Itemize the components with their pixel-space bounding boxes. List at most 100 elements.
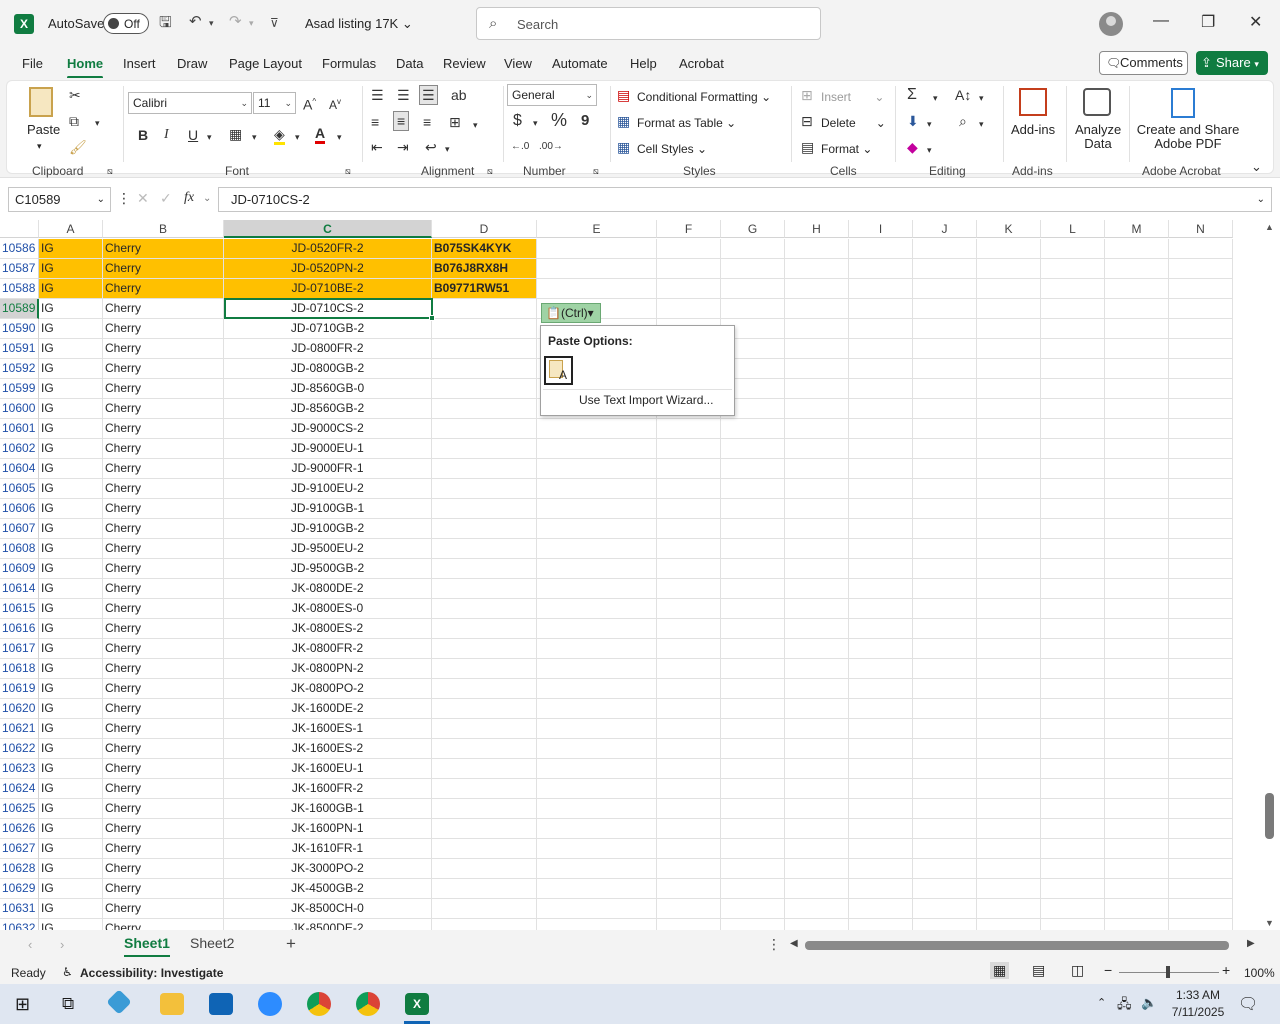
cell-i-10608[interactable] — [849, 539, 913, 559]
column-header-f[interactable]: F — [657, 220, 721, 238]
cell-f-10628[interactable] — [657, 859, 721, 879]
row-header[interactable]: 10617 — [0, 639, 39, 659]
cell-m-10619[interactable] — [1105, 679, 1169, 699]
cell-i-10588[interactable] — [849, 279, 913, 299]
tab-draw[interactable]: Draw — [177, 56, 207, 71]
cell-j-10601[interactable] — [913, 419, 977, 439]
cell-n-10632[interactable] — [1169, 919, 1233, 930]
delete-cells-icon[interactable]: ⊟ — [801, 113, 813, 129]
cell-l-10592[interactable] — [1041, 359, 1105, 379]
cell-c-10614[interactable]: JK-0800DE-2 — [224, 579, 432, 599]
cell-d-10628[interactable] — [432, 859, 537, 879]
cell-m-10606[interactable] — [1105, 499, 1169, 519]
cell-b-10615[interactable]: Cherry — [103, 599, 224, 619]
cell-a-10592[interactable]: IG — [39, 359, 103, 379]
autosum-icon[interactable]: Σ — [907, 87, 917, 103]
format-as-table-button[interactable]: Format as Table ⌄ — [637, 116, 736, 130]
cell-c-10627[interactable]: JK-1610FR-1 — [224, 839, 432, 859]
cell-f-10589[interactable] — [657, 299, 721, 319]
cell-n-10615[interactable] — [1169, 599, 1233, 619]
file-explorer-icon[interactable] — [160, 993, 184, 1015]
column-header-k[interactable]: K — [977, 220, 1041, 238]
app-launcher-icon[interactable] — [106, 989, 132, 1015]
wrap-dropdown-icon[interactable]: ▾ — [445, 141, 450, 157]
cell-m-10608[interactable] — [1105, 539, 1169, 559]
cell-a-10591[interactable]: IG — [39, 339, 103, 359]
cell-k-10607[interactable] — [977, 519, 1041, 539]
row-header[interactable]: 10608 — [0, 539, 39, 559]
autosave-toggle[interactable]: Off — [103, 13, 149, 34]
cell-h-10620[interactable] — [785, 699, 849, 719]
page-layout-view-icon[interactable]: ▤ — [1032, 962, 1045, 979]
font-name-select[interactable]: Calibri ⌄ — [128, 92, 252, 114]
cell-l-10599[interactable] — [1041, 379, 1105, 399]
cell-i-10618[interactable] — [849, 659, 913, 679]
wrap-text-icon[interactable]: ↩ — [425, 139, 437, 155]
row-header[interactable]: 10605 — [0, 479, 39, 499]
paste-options-button[interactable]: 📋(Ctrl)▾ — [541, 303, 601, 323]
cell-d-10605[interactable] — [432, 479, 537, 499]
cell-h-10628[interactable] — [785, 859, 849, 879]
cell-d-10602[interactable] — [432, 439, 537, 459]
cell-k-10588[interactable] — [977, 279, 1041, 299]
cell-a-10627[interactable]: IG — [39, 839, 103, 859]
cell-d-10609[interactable] — [432, 559, 537, 579]
cell-h-10618[interactable] — [785, 659, 849, 679]
cell-j-10628[interactable] — [913, 859, 977, 879]
cell-f-10616[interactable] — [657, 619, 721, 639]
tab-home[interactable]: Home — [67, 56, 104, 79]
cell-m-10621[interactable] — [1105, 719, 1169, 739]
cell-d-10614[interactable] — [432, 579, 537, 599]
cell-b-10620[interactable]: Cherry — [103, 699, 224, 719]
cell-n-10586[interactable] — [1169, 239, 1233, 259]
cell-d-10626[interactable] — [432, 819, 537, 839]
cell-n-10628[interactable] — [1169, 859, 1233, 879]
cell-b-10619[interactable]: Cherry — [103, 679, 224, 699]
confirm-entry-icon[interactable]: ✓ — [160, 190, 172, 207]
tab-review[interactable]: Review — [443, 56, 486, 71]
tab-data[interactable]: Data — [396, 56, 423, 71]
keep-text-only-icon[interactable]: A — [544, 356, 573, 385]
paste-icon[interactable] — [29, 87, 53, 117]
cell-g-10627[interactable] — [721, 839, 785, 859]
fill-dropdown-icon[interactable]: ▾ — [927, 116, 932, 132]
cell-h-10586[interactable] — [785, 239, 849, 259]
cell-d-10588[interactable]: B09771RW51 — [432, 279, 537, 299]
cell-g-10586[interactable] — [721, 239, 785, 259]
cell-n-10599[interactable] — [1169, 379, 1233, 399]
cell-f-10602[interactable] — [657, 439, 721, 459]
cell-b-10626[interactable]: Cherry — [103, 819, 224, 839]
cell-m-10586[interactable] — [1105, 239, 1169, 259]
cell-d-10620[interactable] — [432, 699, 537, 719]
cell-i-10626[interactable] — [849, 819, 913, 839]
cell-i-10602[interactable] — [849, 439, 913, 459]
bottom-align-icon[interactable]: ☰ — [419, 85, 438, 105]
cell-j-10605[interactable] — [913, 479, 977, 499]
cell-g-10604[interactable] — [721, 459, 785, 479]
cell-a-10588[interactable]: IG — [39, 279, 103, 299]
cell-b-10625[interactable]: Cherry — [103, 799, 224, 819]
cell-j-10586[interactable] — [913, 239, 977, 259]
row-header[interactable]: 10606 — [0, 499, 39, 519]
paste-button[interactable]: Paste — [27, 123, 60, 137]
cell-k-10631[interactable] — [977, 899, 1041, 919]
cell-h-10626[interactable] — [785, 819, 849, 839]
cell-j-10604[interactable] — [913, 459, 977, 479]
close-icon[interactable]: ✕ — [1249, 12, 1262, 32]
insert-cells-button[interactable]: Insert ⌄ — [821, 90, 884, 104]
cell-l-10614[interactable] — [1041, 579, 1105, 599]
cell-h-10632[interactable] — [785, 919, 849, 930]
cell-d-10621[interactable] — [432, 719, 537, 739]
fill-handle[interactable] — [429, 315, 435, 321]
cell-e-10627[interactable] — [537, 839, 657, 859]
cell-f-10619[interactable] — [657, 679, 721, 699]
underline-dropdown-icon[interactable]: ▾ — [207, 129, 212, 145]
cell-h-10590[interactable] — [785, 319, 849, 339]
cell-e-10632[interactable] — [537, 919, 657, 930]
analyze-data-icon[interactable] — [1083, 88, 1111, 116]
cell-i-10599[interactable] — [849, 379, 913, 399]
cell-j-10616[interactable] — [913, 619, 977, 639]
zoom-out-icon[interactable]: − — [1104, 962, 1112, 978]
find-dropdown-icon[interactable]: ▾ — [979, 116, 984, 132]
cell-b-10587[interactable]: Cherry — [103, 259, 224, 279]
